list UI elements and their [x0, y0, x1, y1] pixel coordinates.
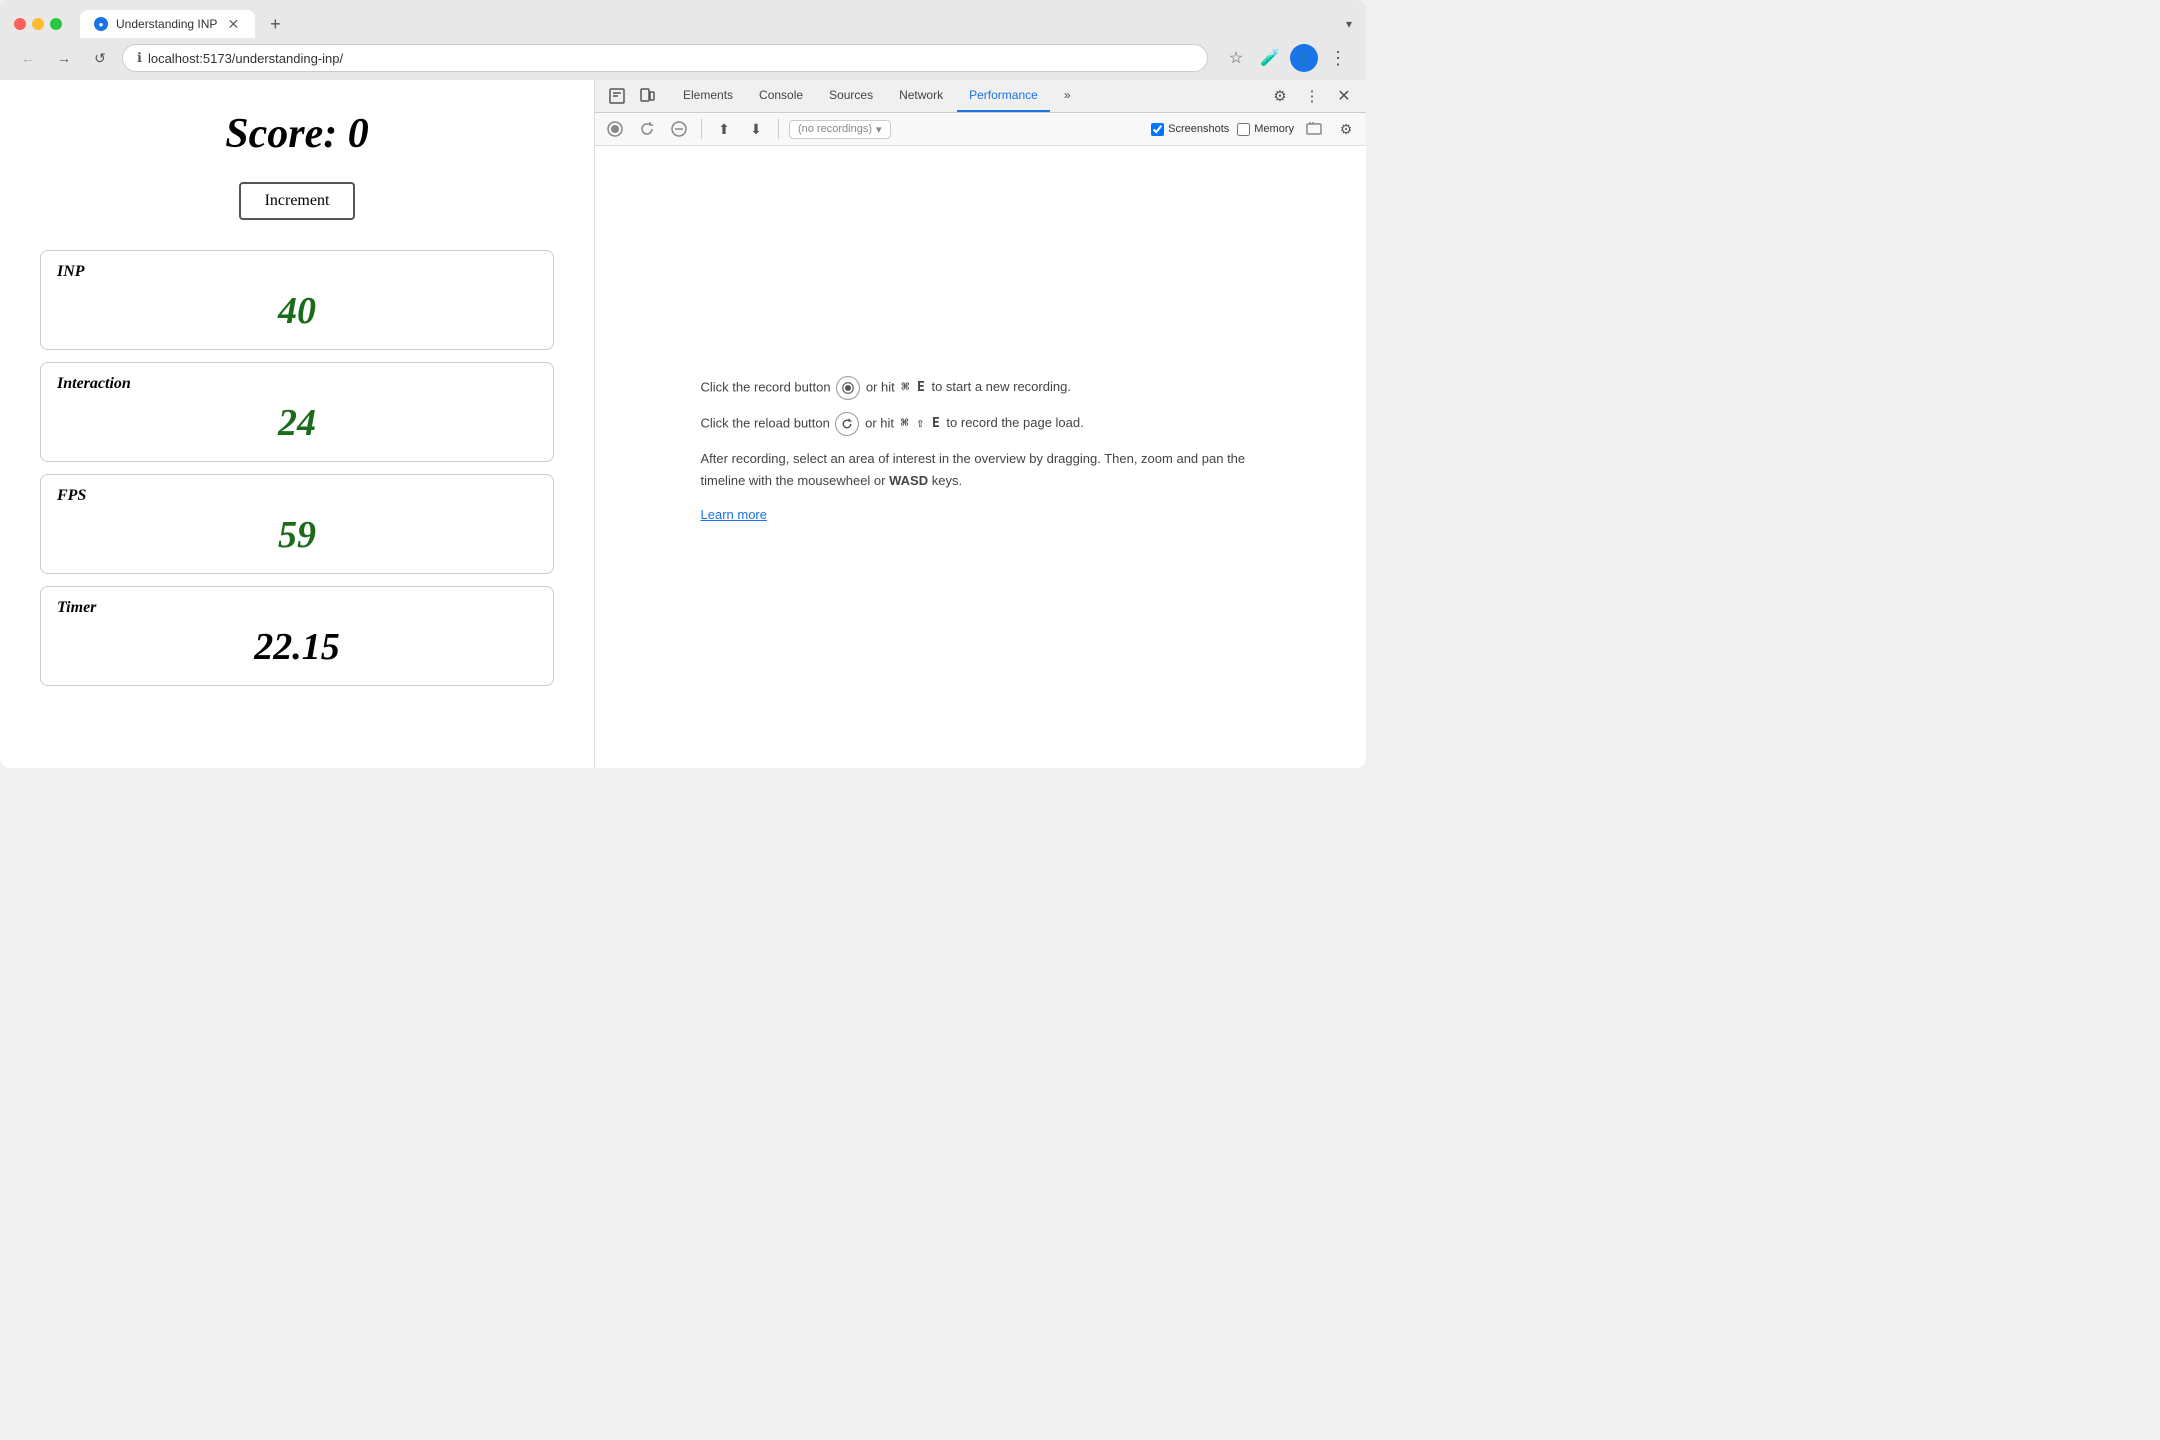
timer-value: 22.15 [57, 625, 537, 669]
devtools-elements-icon[interactable] [603, 82, 631, 110]
clear-button[interactable] [667, 117, 691, 141]
toolbar-separator-1 [701, 119, 702, 139]
capture-screenshot-button[interactable] [1302, 117, 1326, 141]
url-text: localhost:5173/understanding-inp/ [148, 51, 343, 66]
tab-performance[interactable]: Performance [957, 80, 1050, 112]
record-icon-inline [836, 376, 860, 400]
reload-icon-inline [835, 412, 859, 436]
devtools-action-buttons: ⚙ ⋮ ✕ [1266, 82, 1358, 110]
devtools-more-button[interactable]: ⋮ [1298, 82, 1326, 110]
title-bar: ● Understanding INP ✕ + ▾ [0, 0, 1366, 38]
address-bar[interactable]: ℹ localhost:5173/understanding-inp/ [122, 44, 1208, 72]
screenshots-checkbox[interactable] [1151, 123, 1164, 136]
webpage-content: Score: 0 Increment INP 40 Interaction 24… [0, 80, 595, 768]
increment-button[interactable]: Increment [239, 182, 356, 220]
forward-button[interactable]: → [50, 44, 78, 72]
fps-metric-card: FPS 59 [40, 474, 554, 574]
browser-menu-button[interactable]: ⋮ [1324, 44, 1352, 72]
fps-label: FPS [57, 487, 537, 505]
instruction-line-3: After recording, select an area of inter… [701, 448, 1261, 492]
window-controls [14, 18, 62, 30]
inp-label: INP [57, 263, 537, 281]
instruction-line-1: Click the record button or hit ⌘ E to st… [701, 376, 1261, 400]
tab-bar: ● Understanding INP ✕ + ▾ [80, 10, 1352, 38]
devtools-tab-bar: Elements Console Sources Network Perform… [595, 80, 1366, 113]
address-bar-row: ← → ↺ ℹ localhost:5173/understanding-inp… [0, 38, 1366, 80]
performance-toolbar: ⬆ ⬇ (no recordings) ▾ Screenshots Memory [595, 113, 1366, 146]
profile-button[interactable]: 👤 [1290, 44, 1318, 72]
tab-more[interactable]: » [1052, 80, 1083, 112]
interaction-metric-card: Interaction 24 [40, 362, 554, 462]
reload-button[interactable]: ↺ [86, 44, 114, 72]
secure-icon: ℹ [137, 50, 142, 66]
memory-label[interactable]: Memory [1254, 123, 1294, 135]
memory-checkbox-group: Memory [1237, 123, 1294, 136]
main-area: Score: 0 Increment INP 40 Interaction 24… [0, 80, 1366, 768]
devtools-device-icon[interactable] [633, 82, 661, 110]
toolbar-settings-button[interactable]: ⚙ [1334, 117, 1358, 141]
active-tab[interactable]: ● Understanding INP ✕ [80, 10, 255, 38]
instructions-text: Click the record button or hit ⌘ E to st… [701, 376, 1261, 538]
timer-metric-card: Timer 22.15 [40, 586, 554, 686]
learn-more-link[interactable]: Learn more [701, 507, 767, 522]
performance-empty-state: Click the record button or hit ⌘ E to st… [595, 146, 1366, 768]
upload-button[interactable]: ⬆ [712, 117, 736, 141]
tab-dropdown-button[interactable]: ▾ [1346, 17, 1352, 31]
learn-more-paragraph: Learn more [701, 504, 1261, 526]
maximize-window-button[interactable] [50, 18, 62, 30]
browser-actions: ☆ 🧪 👤 ⋮ [1222, 44, 1352, 72]
instruction-line-2: Click the reload button or hit ⌘ ⇧ E to … [701, 412, 1261, 436]
devtools-panel: Elements Console Sources Network Perform… [595, 80, 1366, 768]
back-button[interactable]: ← [14, 44, 42, 72]
minimize-window-button[interactable] [32, 18, 44, 30]
memory-checkbox[interactable] [1237, 123, 1250, 136]
screenshots-checkbox-group: Screenshots [1151, 123, 1229, 136]
interaction-value: 24 [57, 401, 537, 445]
tab-console[interactable]: Console [747, 80, 815, 112]
toolbar-separator-2 [778, 119, 779, 139]
recordings-dropdown[interactable]: (no recordings) ▾ [789, 120, 891, 139]
devtools-close-button[interactable]: ✕ [1330, 82, 1358, 110]
tab-favicon: ● [94, 17, 108, 31]
tab-close-button[interactable]: ✕ [225, 16, 241, 32]
close-window-button[interactable] [14, 18, 26, 30]
timer-label: Timer [57, 599, 537, 617]
tab-elements[interactable]: Elements [671, 80, 745, 112]
reload-record-button[interactable] [635, 117, 659, 141]
inp-value: 40 [57, 289, 537, 333]
new-tab-button[interactable]: + [261, 10, 289, 38]
tab-title: Understanding INP [116, 17, 217, 31]
extension-button[interactable]: 🧪 [1256, 44, 1284, 72]
download-button[interactable]: ⬇ [744, 117, 768, 141]
tab-network[interactable]: Network [887, 80, 955, 112]
browser-window: ● Understanding INP ✕ + ▾ ← → ↺ ℹ localh… [0, 0, 1366, 768]
screenshots-label[interactable]: Screenshots [1168, 123, 1229, 135]
score-heading: Score: 0 [40, 110, 554, 158]
devtools-tab-icons [603, 82, 661, 110]
devtools-settings-button[interactable]: ⚙ [1266, 82, 1294, 110]
bookmark-button[interactable]: ☆ [1222, 44, 1250, 72]
record-button[interactable] [603, 117, 627, 141]
tab-sources[interactable]: Sources [817, 80, 885, 112]
inp-metric-card: INP 40 [40, 250, 554, 350]
interaction-label: Interaction [57, 375, 537, 393]
fps-value: 59 [57, 513, 537, 557]
